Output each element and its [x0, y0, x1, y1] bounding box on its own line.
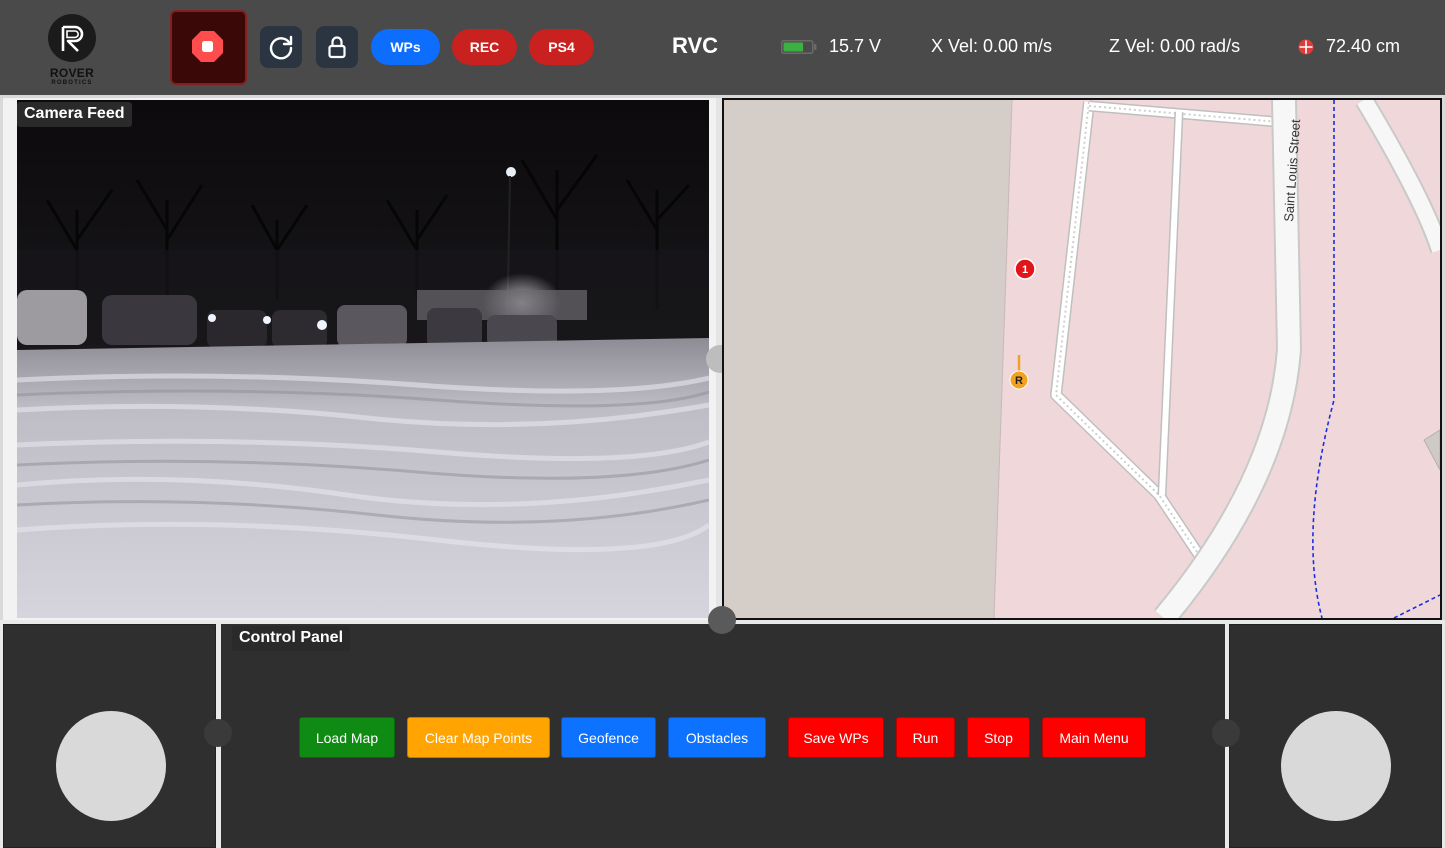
logo-brand-text: ROVER	[49, 66, 95, 80]
camera-panel: Camera Feed	[3, 98, 716, 620]
svg-text:1: 1	[1022, 264, 1028, 276]
run-button[interactable]: Run	[896, 717, 955, 758]
rover-logo-icon	[48, 14, 96, 62]
lock-icon	[328, 36, 346, 59]
control-panel: Control Panel Load Map Clear Map Points …	[221, 624, 1225, 848]
right-joystick-panel	[1229, 624, 1442, 848]
waypoint-marker[interactable]: 1	[1014, 258, 1036, 280]
geofence-button[interactable]: Geofence	[561, 717, 656, 758]
svg-text:R: R	[1015, 375, 1023, 387]
load-map-button[interactable]: Load Map	[299, 717, 395, 758]
map-canvas[interactable]: Saint Louis Street 1 R	[724, 100, 1440, 618]
resize-handle-left[interactable]	[204, 719, 232, 747]
waypoints-toggle-button[interactable]: WPs	[371, 29, 440, 65]
control-panel-label: Control Panel	[232, 626, 351, 651]
x-velocity-readout: X Vel: 0.00 m/s	[931, 36, 1053, 56]
camera-feed-image	[17, 100, 709, 618]
logo-sub-text: ROBOTICS	[51, 80, 93, 86]
emergency-stop-button[interactable]	[170, 10, 247, 85]
map-panel[interactable]: Saint Louis Street 1 R	[722, 98, 1442, 620]
record-button[interactable]: REC	[452, 29, 517, 65]
stop-octagon-icon	[192, 31, 223, 62]
top-bar: ROVER ROBOTICS WPs REC PS4 RVC 15.7 V X …	[0, 0, 1445, 95]
ps4-controller-button[interactable]: PS4	[529, 29, 594, 65]
lock-button[interactable]	[316, 26, 358, 68]
clear-map-points-button[interactable]: Clear Map Points	[407, 717, 550, 758]
main-menu-button[interactable]: Main Menu	[1042, 717, 1146, 758]
z-velocity-readout: Z Vel: 0.00 rad/s	[1109, 36, 1241, 56]
battery-icon	[781, 40, 817, 54]
stop-button[interactable]: Stop	[967, 717, 1030, 758]
resize-handle-right[interactable]	[1212, 719, 1240, 747]
left-joystick-panel	[3, 624, 216, 848]
rover-control-app: ROVER ROBOTICS WPs REC PS4 RVC 15.7 V X …	[0, 0, 1445, 848]
right-joystick[interactable]	[1281, 711, 1391, 821]
refresh-icon	[269, 35, 293, 60]
crosshair-icon	[1298, 39, 1314, 55]
left-joystick[interactable]	[56, 711, 166, 821]
distance-readout: 72.40 cm	[1326, 36, 1401, 56]
battery-voltage: 15.7 V	[829, 36, 882, 56]
camera-feed-label: Camera Feed	[17, 102, 132, 127]
app-title: RVC	[671, 33, 719, 58]
refresh-button[interactable]	[260, 26, 302, 68]
rover-logo: ROVER ROBOTICS	[45, 14, 99, 88]
resize-handle-horizontal[interactable]	[708, 606, 736, 634]
save-wps-button[interactable]: Save WPs	[788, 717, 884, 758]
obstacles-button[interactable]: Obstacles	[668, 717, 766, 758]
